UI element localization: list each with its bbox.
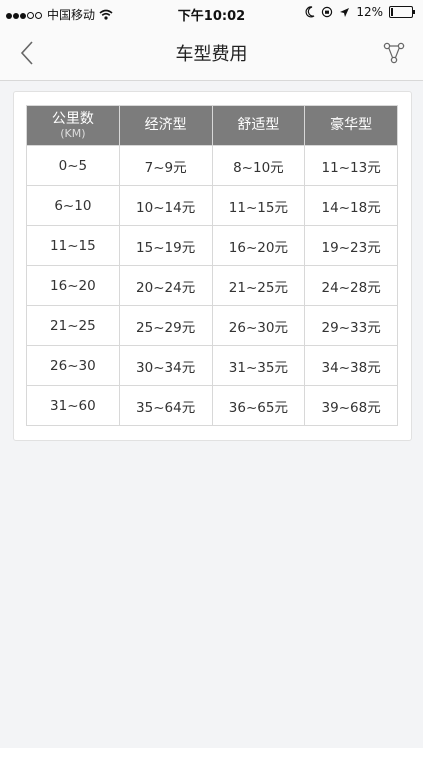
economy-fare-cell: 25~29元: [118, 305, 213, 346]
table-row: 21~25 25~29元 26~30元 29~33元: [26, 305, 398, 346]
table-row: 11~15 15~19元 16~20元 19~23元: [26, 225, 398, 266]
luxury-fare-cell: 19~23元: [304, 225, 398, 266]
table-row: 16~20 20~24元 21~25元 24~28元: [26, 265, 398, 306]
table-row: 0~5 7~9元 8~10元 11~13元: [26, 145, 398, 186]
luxury-fare-cell: 29~33元: [304, 305, 398, 346]
fare-table-header-row: 公里数 (KM) 经济型 舒适型 豪华型: [26, 105, 398, 146]
battery-level-fill: [391, 8, 393, 16]
status-bar: 中国移动 下午10:02 12%: [0, 0, 423, 26]
moon-icon: [305, 6, 315, 18]
luxury-fare-cell: 11~13元: [304, 145, 398, 186]
table-row: 6~10 10~14元 11~15元 14~18元: [26, 185, 398, 226]
economy-fare-cell: 7~9元: [118, 145, 213, 186]
battery-percent: 12%: [356, 5, 383, 19]
orientation-lock-icon: [322, 6, 333, 18]
comfort-fare-cell: 16~20元: [211, 225, 306, 266]
nav-bar: 车型费用: [0, 26, 423, 81]
header-distance: 公里数 (KM): [26, 105, 120, 146]
comfort-fare-cell: 21~25元: [211, 265, 306, 306]
luxury-fare-cell: 39~68元: [304, 385, 398, 426]
comfort-fare-cell: 8~10元: [211, 145, 306, 186]
comfort-fare-cell: 31~35元: [211, 345, 306, 386]
distance-cell: 16~20: [26, 265, 120, 306]
header-comfort: 舒适型: [211, 105, 306, 146]
distance-cell: 26~30: [26, 345, 120, 386]
comfort-fare-cell: 36~65元: [211, 385, 306, 426]
distance-cell: 0~5: [26, 145, 120, 186]
header-luxury: 豪华型: [304, 105, 398, 146]
location-icon: [340, 7, 350, 17]
page-title: 车型费用: [175, 44, 248, 65]
economy-fare-cell: 10~14元: [118, 185, 213, 226]
economy-fare-cell: 15~19元: [118, 225, 213, 266]
share-button[interactable]: [379, 38, 409, 68]
luxury-fare-cell: 34~38元: [304, 345, 398, 386]
bottom-edge: [0, 748, 423, 776]
economy-fare-cell: 35~64元: [118, 385, 213, 426]
distance-cell: 6~10: [26, 185, 120, 226]
battery-icon: [389, 6, 415, 18]
table-row: 26~30 30~34元 31~35元 34~38元: [26, 345, 398, 386]
distance-cell: 31~60: [26, 385, 120, 426]
header-economy: 经济型: [118, 105, 213, 146]
share-icon: [383, 42, 405, 64]
fare-card: 公里数 (KM) 经济型 舒适型 豪华型 0~5 7~9元 8~10元 11~1…: [13, 91, 412, 441]
economy-fare-cell: 20~24元: [118, 265, 213, 306]
status-right: 12%: [305, 5, 415, 19]
luxury-fare-cell: 14~18元: [304, 185, 398, 226]
comfort-fare-cell: 11~15元: [211, 185, 306, 226]
luxury-fare-cell: 24~28元: [304, 265, 398, 306]
distance-cell: 11~15: [26, 225, 120, 266]
fare-table: 公里数 (KM) 经济型 舒适型 豪华型 0~5 7~9元 8~10元 11~1…: [26, 105, 398, 426]
comfort-fare-cell: 26~30元: [211, 305, 306, 346]
table-row: 31~60 35~64元 36~65元 39~68元: [26, 385, 398, 426]
distance-cell: 21~25: [26, 305, 120, 346]
economy-fare-cell: 30~34元: [118, 345, 213, 386]
